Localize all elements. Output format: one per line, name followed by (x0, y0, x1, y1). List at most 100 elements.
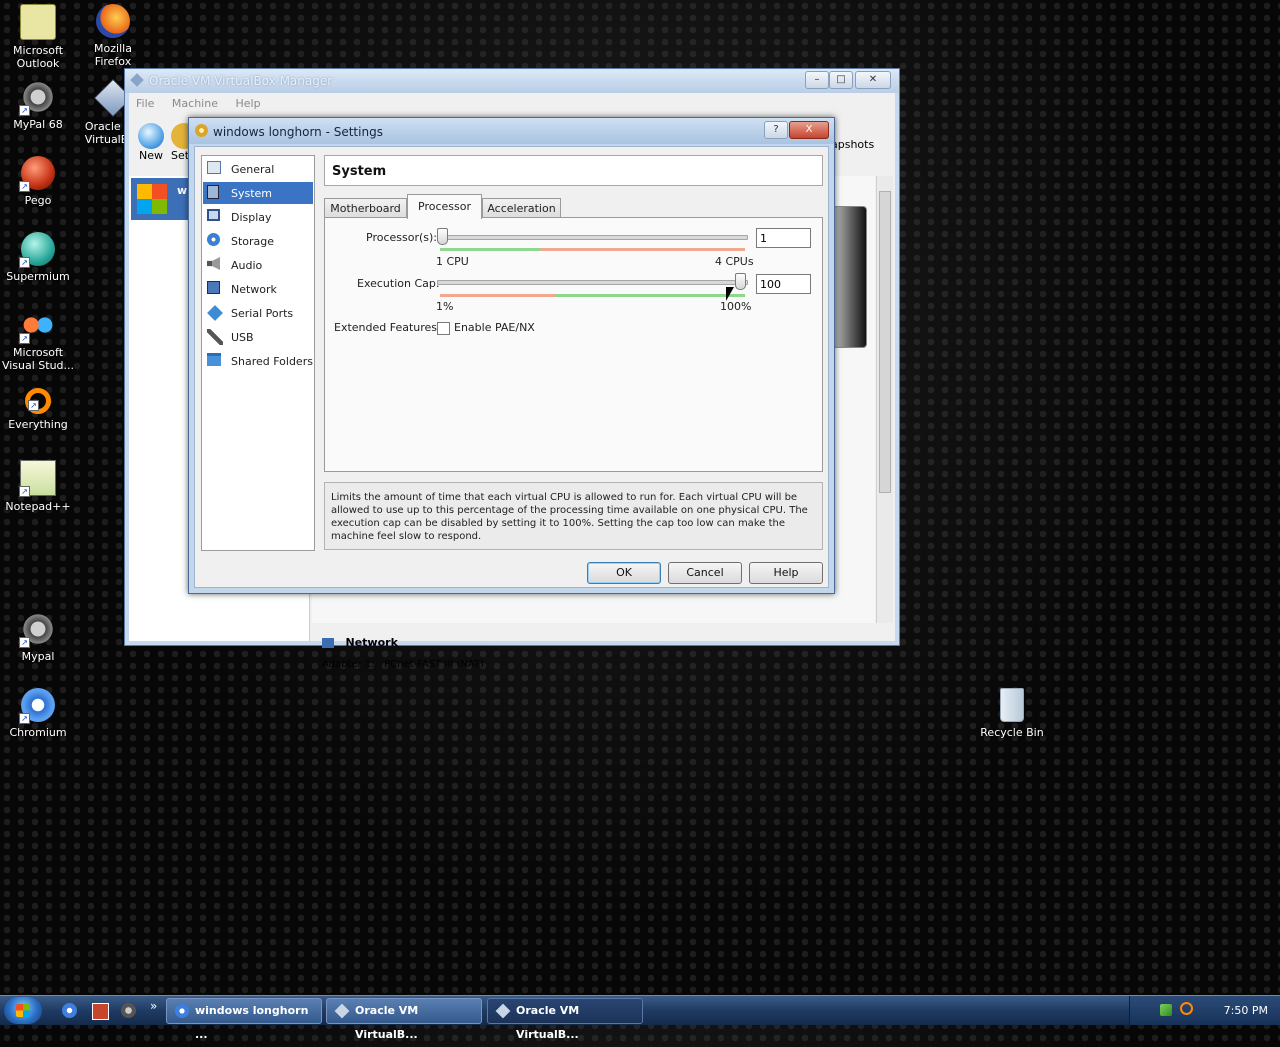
desktop-icon-visual-studio[interactable]: ↗ Microsoft Visual Stud... (0, 308, 76, 372)
maximize-button[interactable]: □ (829, 71, 853, 89)
manager-titlebar[interactable]: Oracle VM VirtualBox Manager – □ ✕ (125, 69, 899, 93)
execution-cap-slider-handle[interactable] (735, 273, 746, 290)
shortcut-arrow-icon: ↗ (28, 400, 39, 411)
nav-storage[interactable]: Storage (203, 230, 313, 252)
windows-logo-icon (16, 1004, 30, 1017)
nav-shared-folders[interactable]: Shared Folders (203, 350, 313, 372)
close-button[interactable]: ✕ (855, 71, 891, 89)
general-icon (207, 161, 221, 174)
windows-logo-icon (137, 184, 167, 214)
tab-acceleration[interactable]: Acceleration (482, 198, 561, 218)
network-heading: Network (345, 636, 398, 649)
settings-label: Set (171, 149, 190, 162)
shared-folders-icon (207, 353, 221, 366)
desktop-icon-chromium[interactable]: ↗ Chromium (0, 688, 76, 739)
desktop-icon-firefox[interactable]: Mozilla Firefox (75, 4, 151, 68)
preview-pane (833, 206, 867, 348)
new-icon (138, 123, 164, 149)
network-icon (322, 638, 334, 648)
virtualbox-icon (130, 73, 144, 87)
shortcut-arrow-icon: ↗ (19, 486, 30, 497)
help-description-box: Limits the amount of time that each virt… (324, 482, 823, 550)
nav-system[interactable]: System (203, 182, 313, 204)
shortcut-arrow-icon: ↗ (19, 105, 30, 116)
nav-display[interactable]: Display (203, 206, 313, 228)
processors-slider-track[interactable] (437, 235, 748, 240)
quicklaunch-mypal-icon[interactable] (121, 1003, 136, 1018)
everything-icon: ↗ (25, 388, 51, 414)
desktop-icon-outlook[interactable]: Microsoft Outlook (0, 4, 76, 70)
extended-features-label: Extended Features: (334, 321, 441, 334)
desktop-icon-pego[interactable]: ↗ Pego (0, 156, 76, 207)
quicklaunch-chromium-icon[interactable] (62, 1003, 77, 1018)
help-titlebar-button[interactable]: ? (764, 121, 788, 139)
manager-scrollbar[interactable] (876, 176, 893, 623)
desktop-icon-everything[interactable]: ↗ Everything (0, 384, 76, 431)
manager-menubar: File Machine Help (129, 93, 895, 113)
desktop-icon-label: Pego (24, 194, 52, 207)
pae-nx-checkbox[interactable] (437, 322, 450, 335)
chromium-icon: ↗ (19, 688, 55, 724)
settings-nav-list: General System Display Storage Audio Net… (201, 155, 315, 551)
processors-label: Processor(s): (366, 231, 438, 244)
network-icon (207, 281, 220, 294)
desktop-icon-mypal[interactable]: ↗ Mypal (0, 612, 76, 663)
network-adapter: Adapter 1: PCnet-FAST III (NAT) (322, 659, 484, 667)
processors-value: 1 (760, 232, 767, 245)
execution-cap-slider-track[interactable] (437, 280, 748, 285)
menu-help[interactable]: Help (228, 93, 267, 114)
clock[interactable]: 7:50 PM (1224, 1004, 1268, 1017)
start-button[interactable] (4, 997, 42, 1024)
execution-cap-spinbox[interactable]: 100 (756, 274, 811, 294)
storage-icon (207, 233, 220, 246)
menu-file[interactable]: File (129, 93, 161, 114)
nav-audio[interactable]: Audio (203, 254, 313, 276)
nav-serial-ports[interactable]: Serial Ports (203, 302, 313, 324)
tab-processor[interactable]: Processor (407, 194, 482, 219)
nav-network[interactable]: Network (203, 278, 313, 300)
task-settings-window[interactable]: windows longhorn ... (166, 998, 322, 1041)
processors-spinbox[interactable]: 1 (756, 228, 811, 248)
visual-studio-icon: ↗ (19, 308, 55, 344)
task-virtualbox-1[interactable]: Oracle VM VirtualB... (326, 998, 482, 1041)
ok-button[interactable]: OK (587, 562, 661, 584)
desktop-icon-label: Chromium (9, 726, 67, 739)
task-virtualbox-2[interactable]: Oracle VM VirtualB... (487, 998, 643, 1041)
settings-dialog[interactable]: windows longhorn - Settings ? X General … (188, 117, 835, 594)
menu-machine[interactable]: Machine (165, 93, 225, 114)
help-button[interactable]: Help (749, 562, 823, 584)
desktop-icon-notepadpp[interactable]: ↗ Notepad++ (0, 460, 76, 513)
pego-icon: ↗ (19, 156, 55, 192)
recycle-bin-icon (1000, 688, 1024, 722)
nav-general[interactable]: General (203, 158, 313, 180)
new-button[interactable]: New (133, 123, 169, 169)
shortcut-arrow-icon: ↗ (19, 257, 30, 268)
minimize-button[interactable]: – (805, 71, 829, 89)
dialog-titlebar[interactable]: windows longhorn - Settings ? X (189, 118, 834, 144)
quicklaunch-firefox-icon[interactable] (92, 1003, 109, 1020)
desktop-icon-supermium[interactable]: ↗ Supermium (0, 232, 76, 283)
snapshots-tab-label[interactable]: apshots (831, 138, 874, 151)
search-icon[interactable] (1180, 1002, 1193, 1015)
dialog-body: General System Display Storage Audio Net… (194, 146, 829, 588)
new-label: New (139, 149, 163, 162)
desktop-icon-mypal68[interactable]: ↗ MyPal 68 (0, 80, 76, 131)
processors-zone-bar (440, 248, 745, 251)
tab-motherboard[interactable]: Motherboard (324, 198, 407, 218)
desktop-icon-label: Supermium (6, 270, 70, 283)
pae-nx-label[interactable]: Enable PAE/NX (454, 321, 535, 334)
execution-cap-zone-bar (440, 294, 745, 297)
cancel-button[interactable]: Cancel (668, 562, 742, 584)
network-section: Network Adapter 1: PCnet-FAST III (NAT) (322, 636, 875, 667)
desktop-icon-recycle-bin[interactable]: Recycle Bin (974, 688, 1050, 739)
processors-slider-handle[interactable] (437, 228, 448, 245)
scroll-thumb[interactable] (879, 191, 891, 493)
quicklaunch-overflow-button[interactable]: » (150, 999, 157, 1013)
close-button[interactable]: X (789, 121, 829, 139)
serial-ports-icon (207, 305, 223, 321)
nav-usb[interactable]: USB (203, 326, 313, 348)
processors-min-label: 1 CPU (436, 255, 469, 268)
network-status-icon[interactable] (1160, 1004, 1172, 1016)
shortcut-arrow-icon: ↗ (19, 333, 30, 344)
help-description-text: Limits the amount of time that each virt… (331, 492, 808, 542)
